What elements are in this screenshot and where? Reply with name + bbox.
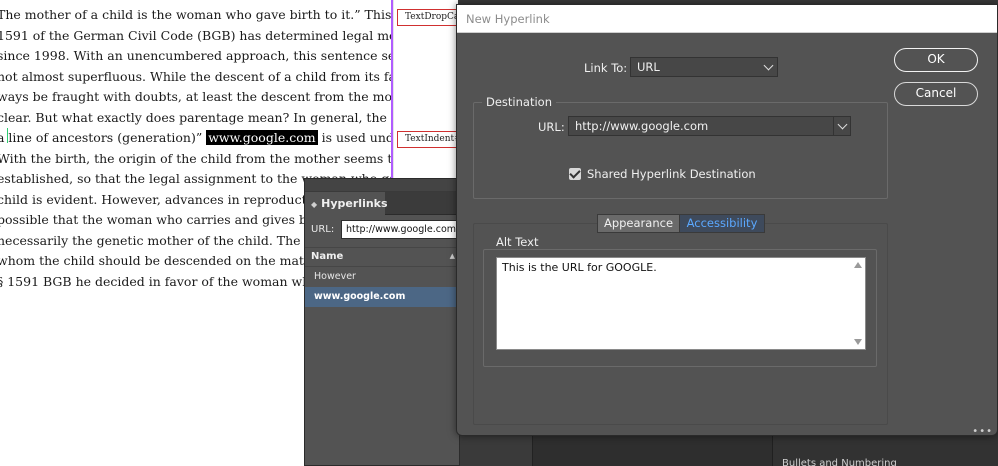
shared-destination-label[interactable]: Shared Hyperlink Destination [587, 167, 756, 181]
panel-titlebar[interactable] [305, 179, 459, 192]
destination-url-label: URL: [538, 120, 565, 134]
resize-grip-icon[interactable]: ••• [972, 426, 993, 437]
bullets-and-numbering-label[interactable]: Bullets and Numbering [782, 458, 897, 466]
document-line: not almost superfluous. While the descen… [0, 68, 391, 84]
tab-appearance[interactable]: Appearance [597, 214, 680, 233]
panel-collapse-icon[interactable]: ◆ [311, 200, 317, 209]
selected-hyperlink-text[interactable]: www.google.com [206, 130, 318, 145]
tab-hyperlinks[interactable]: ◆ Hyperlinks [305, 192, 388, 215]
text-after-link: is used under the descent [321, 130, 391, 145]
document-line: 1591 of the German Civil Code (BGB) has … [0, 27, 391, 43]
destination-url-combobox[interactable]: http://www.google.com [568, 116, 851, 136]
tab-hyperlinks-label: Hyperlinks [321, 197, 388, 210]
panel-url-label: URL: [311, 224, 335, 235]
dialog-title: New Hyperlink [457, 5, 997, 33]
text-before-link: a line of ancestors (generation)” [0, 130, 207, 145]
panel-url-row: URL: http://www.google.com [305, 215, 461, 247]
destination-url-value: http://www.google.com [575, 119, 709, 133]
document-line-with-link: a line of ancestors (generation)” www.go… [0, 128, 391, 149]
hyperlink-list-item[interactable]: However [305, 267, 459, 287]
column-name-label: Name [311, 251, 344, 262]
sort-ascending-icon[interactable]: ▲ [450, 252, 455, 260]
alt-text-legend: Alt Text [492, 235, 543, 249]
alt-text-scrollbar[interactable] [852, 259, 864, 348]
link-to-label: Link To: [584, 61, 628, 75]
hyperlinks-panel: ◆ Hyperlinks URL: http://www.google.com N… [304, 178, 461, 466]
document-line: With the birth, the origin of the child … [0, 150, 391, 166]
document-line: ways be fraught with doubts, at least th… [0, 89, 391, 104]
link-to-value: URL [637, 60, 660, 74]
style-tag-drop-cap: TextDropCap# [397, 9, 461, 26]
style-tag-indent: TextIndent# [397, 131, 461, 148]
alt-text-textarea[interactable]: This is the URL for GOOGLE. [496, 257, 866, 350]
scroll-down-arrow-icon[interactable] [854, 339, 862, 345]
panel-tab-strip: ◆ Hyperlinks [305, 192, 459, 215]
panel-url-input[interactable]: http://www.google.com [341, 220, 461, 239]
destination-legend: Destination [482, 95, 556, 109]
document-line: since 1998. With an unencumbered approac… [0, 48, 391, 63]
document-line: The mother of a child is the woman who g… [0, 7, 391, 22]
chevron-down-icon[interactable] [837, 119, 848, 130]
shared-destination-checkbox[interactable] [569, 168, 581, 180]
scroll-up-arrow-icon[interactable] [854, 262, 862, 268]
hyperlink-list-item-selected[interactable]: www.google.com [305, 287, 459, 307]
text-insertion-cursor [7, 128, 8, 143]
link-to-select[interactable]: URL [630, 57, 778, 77]
chevron-down-icon [763, 60, 774, 71]
document-line: clear. But what exactly does parentage m… [0, 109, 391, 125]
new-hyperlink-dialog: New Hyperlink Link To: URL OK Cancel Des… [456, 4, 998, 437]
hyperlink-list-header[interactable]: Name ▲ [305, 247, 459, 267]
tab-accessibility[interactable]: Accessibility [679, 214, 765, 233]
alt-text-value: This is the URL for GOOGLE. [502, 261, 657, 274]
cancel-button[interactable]: Cancel [894, 82, 978, 106]
ok-button[interactable]: OK [894, 48, 978, 72]
